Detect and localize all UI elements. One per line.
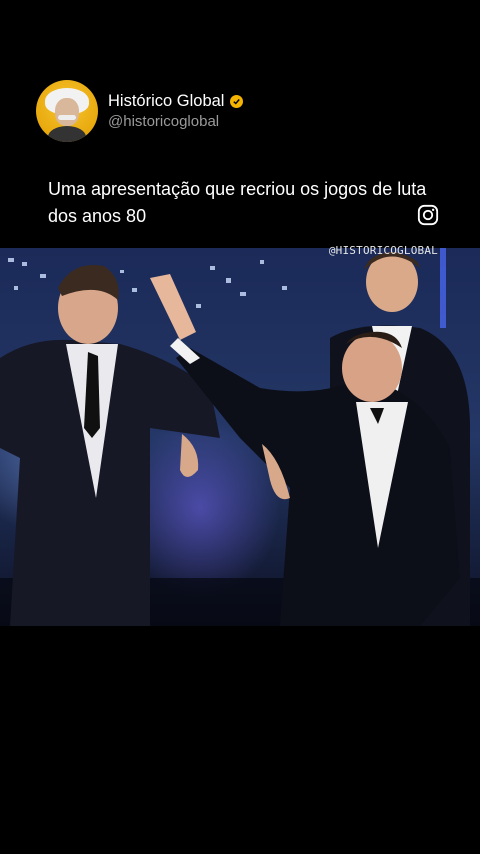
profile-handle: @historicoglobal xyxy=(108,113,220,130)
video-frame xyxy=(0,248,480,626)
instagram-icon[interactable] xyxy=(417,204,439,226)
post-caption: Uma apresentação que recriou os jogos de… xyxy=(48,179,427,226)
video-player[interactable] xyxy=(0,248,480,626)
verified-badge-icon xyxy=(230,95,244,108)
avatar[interactable] xyxy=(36,80,98,142)
profile-name[interactable]: Histórico Global xyxy=(108,92,224,111)
name-row: Histórico Global xyxy=(108,92,244,111)
profile-text: Histórico Global @historicoglobal xyxy=(108,92,244,130)
video-watermark: @HISTORICOGLOBAL xyxy=(328,244,438,257)
profile-header[interactable]: Histórico Global @historicoglobal xyxy=(36,80,244,142)
